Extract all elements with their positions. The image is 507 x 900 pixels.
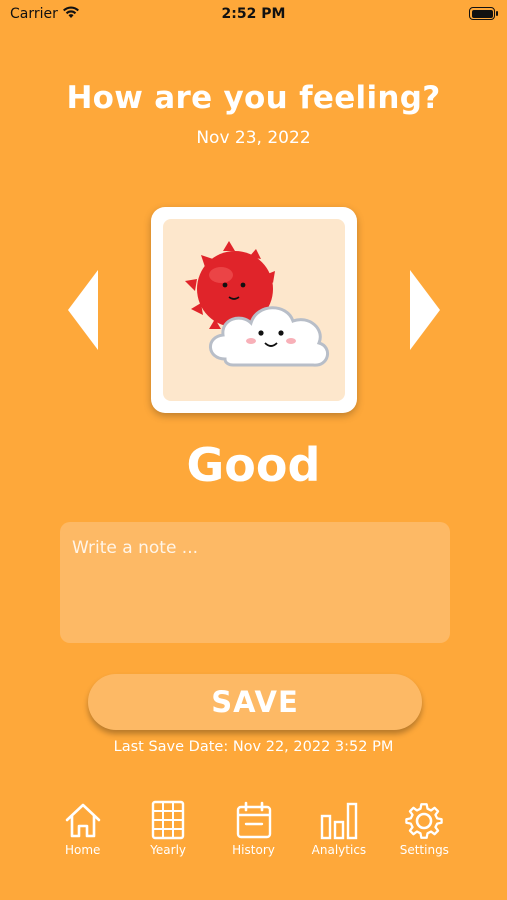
- triangle-left-icon: [68, 270, 98, 350]
- mood-card[interactable]: [151, 207, 357, 413]
- calendar-icon: [236, 801, 271, 839]
- note-input[interactable]: [60, 522, 450, 643]
- bar-chart-icon: [320, 802, 358, 840]
- previous-mood-button[interactable]: [68, 270, 100, 350]
- page-title: How are you feeling?: [66, 80, 441, 116]
- tab-bar: Home Yearly History Analytics Settings: [40, 800, 467, 866]
- tab-analytics-label: Analytics: [311, 843, 367, 857]
- grid-calendar-icon: [151, 800, 185, 840]
- battery-icon: [469, 7, 498, 20]
- sun-behind-cloud-icon: [185, 241, 329, 367]
- next-mood-button[interactable]: [408, 270, 440, 350]
- status-time: 2:52 PM: [221, 6, 286, 22]
- tab-home[interactable]: Home: [40, 800, 125, 866]
- tab-home-label: Home: [64, 843, 101, 857]
- current-date: Nov 23, 2022: [196, 128, 311, 148]
- tab-analytics[interactable]: Analytics: [296, 800, 381, 866]
- home-icon: [65, 803, 101, 838]
- status-bar: Carrier 2:52 PM: [0, 0, 507, 30]
- tab-settings-label: Settings: [399, 843, 449, 857]
- mood-label: Good: [186, 438, 321, 492]
- tab-history-label: History: [232, 843, 275, 857]
- save-button[interactable]: SAVE: [88, 674, 422, 730]
- tab-history[interactable]: History: [211, 800, 296, 866]
- tab-settings[interactable]: Settings: [382, 800, 467, 866]
- tab-yearly-label: Yearly: [150, 843, 187, 857]
- triangle-right-icon: [410, 270, 440, 350]
- tab-yearly[interactable]: Yearly: [125, 800, 210, 866]
- last-save-date: Last Save Date: Nov 22, 2022 3:52 PM: [113, 739, 394, 755]
- gear-icon: [405, 803, 444, 839]
- mood-illustration-frame: [163, 219, 345, 401]
